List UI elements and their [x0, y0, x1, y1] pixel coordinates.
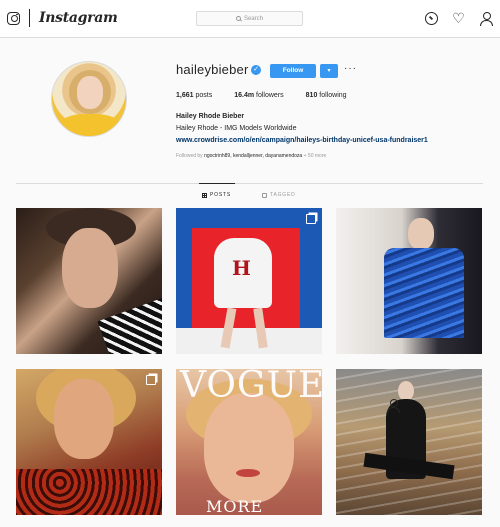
active-tab-indicator: [199, 183, 235, 184]
profile-website-link[interactable]: www.crowdrise.com/o/en/campaign/haileys-…: [176, 137, 428, 144]
grid-icon: [202, 192, 207, 198]
profile-avatar[interactable]: [51, 61, 127, 137]
verified-badge-icon: ✓: [251, 65, 261, 75]
activity-heart-icon[interactable]: ♡: [452, 11, 465, 25]
instagram-glyph-icon: [7, 11, 20, 25]
profile-person-icon[interactable]: [479, 12, 493, 26]
followers-stat[interactable]: 16.4m followers: [234, 92, 283, 99]
profile-stats: 1,661 posts 16.4m followers 810 followin…: [176, 92, 369, 99]
top-navigation-bar: Instagram Search ♡: [0, 0, 500, 38]
post-thumbnail[interactable]: VOGUE MORE: [176, 369, 322, 515]
magazine-cover-word: MORE: [206, 497, 264, 515]
posts-stat: 1,661 posts: [176, 92, 213, 99]
search-input[interactable]: Search: [196, 11, 303, 26]
post-thumbnail[interactable]: [16, 208, 162, 354]
post-thumbnail[interactable]: [336, 369, 482, 515]
tabs-divider: [16, 183, 483, 184]
profile-username: haileybieber: [176, 62, 249, 77]
profile-bio: Hailey Rhode - IMG Models Worldwide: [176, 125, 297, 132]
more-options-icon[interactable]: ···: [344, 64, 357, 74]
logo-divider: [29, 9, 30, 27]
nav-icons: ♡: [425, 11, 493, 26]
magazine-cover-title: VOGUE: [180, 369, 322, 406]
tagged-icon: [262, 192, 267, 198]
search-icon: [235, 16, 241, 21]
multiple-photos-icon: [306, 214, 316, 224]
follow-button[interactable]: Follow: [270, 64, 316, 78]
post-thumbnail[interactable]: H: [176, 208, 322, 354]
tab-posts[interactable]: POSTS: [202, 192, 231, 198]
search-placeholder: Search: [243, 15, 263, 22]
post-thumbnail[interactable]: [336, 208, 482, 354]
profile-full-name: Hailey Rhode Bieber: [176, 113, 245, 120]
multiple-photos-icon: [146, 375, 156, 385]
post-thumbnail[interactable]: [16, 369, 162, 515]
explore-compass-icon[interactable]: [425, 12, 438, 25]
tab-tagged[interactable]: TAGGED: [262, 192, 296, 198]
instagram-wordmark: Instagram: [39, 10, 118, 26]
following-stat[interactable]: 810 following: [306, 92, 347, 99]
instagram-logo[interactable]: Instagram: [7, 9, 118, 27]
suggestions-dropdown-button[interactable]: ▾: [320, 64, 338, 78]
followed-by-text[interactable]: Followed by ngoctrinh89, kendalljenner, …: [176, 153, 326, 159]
